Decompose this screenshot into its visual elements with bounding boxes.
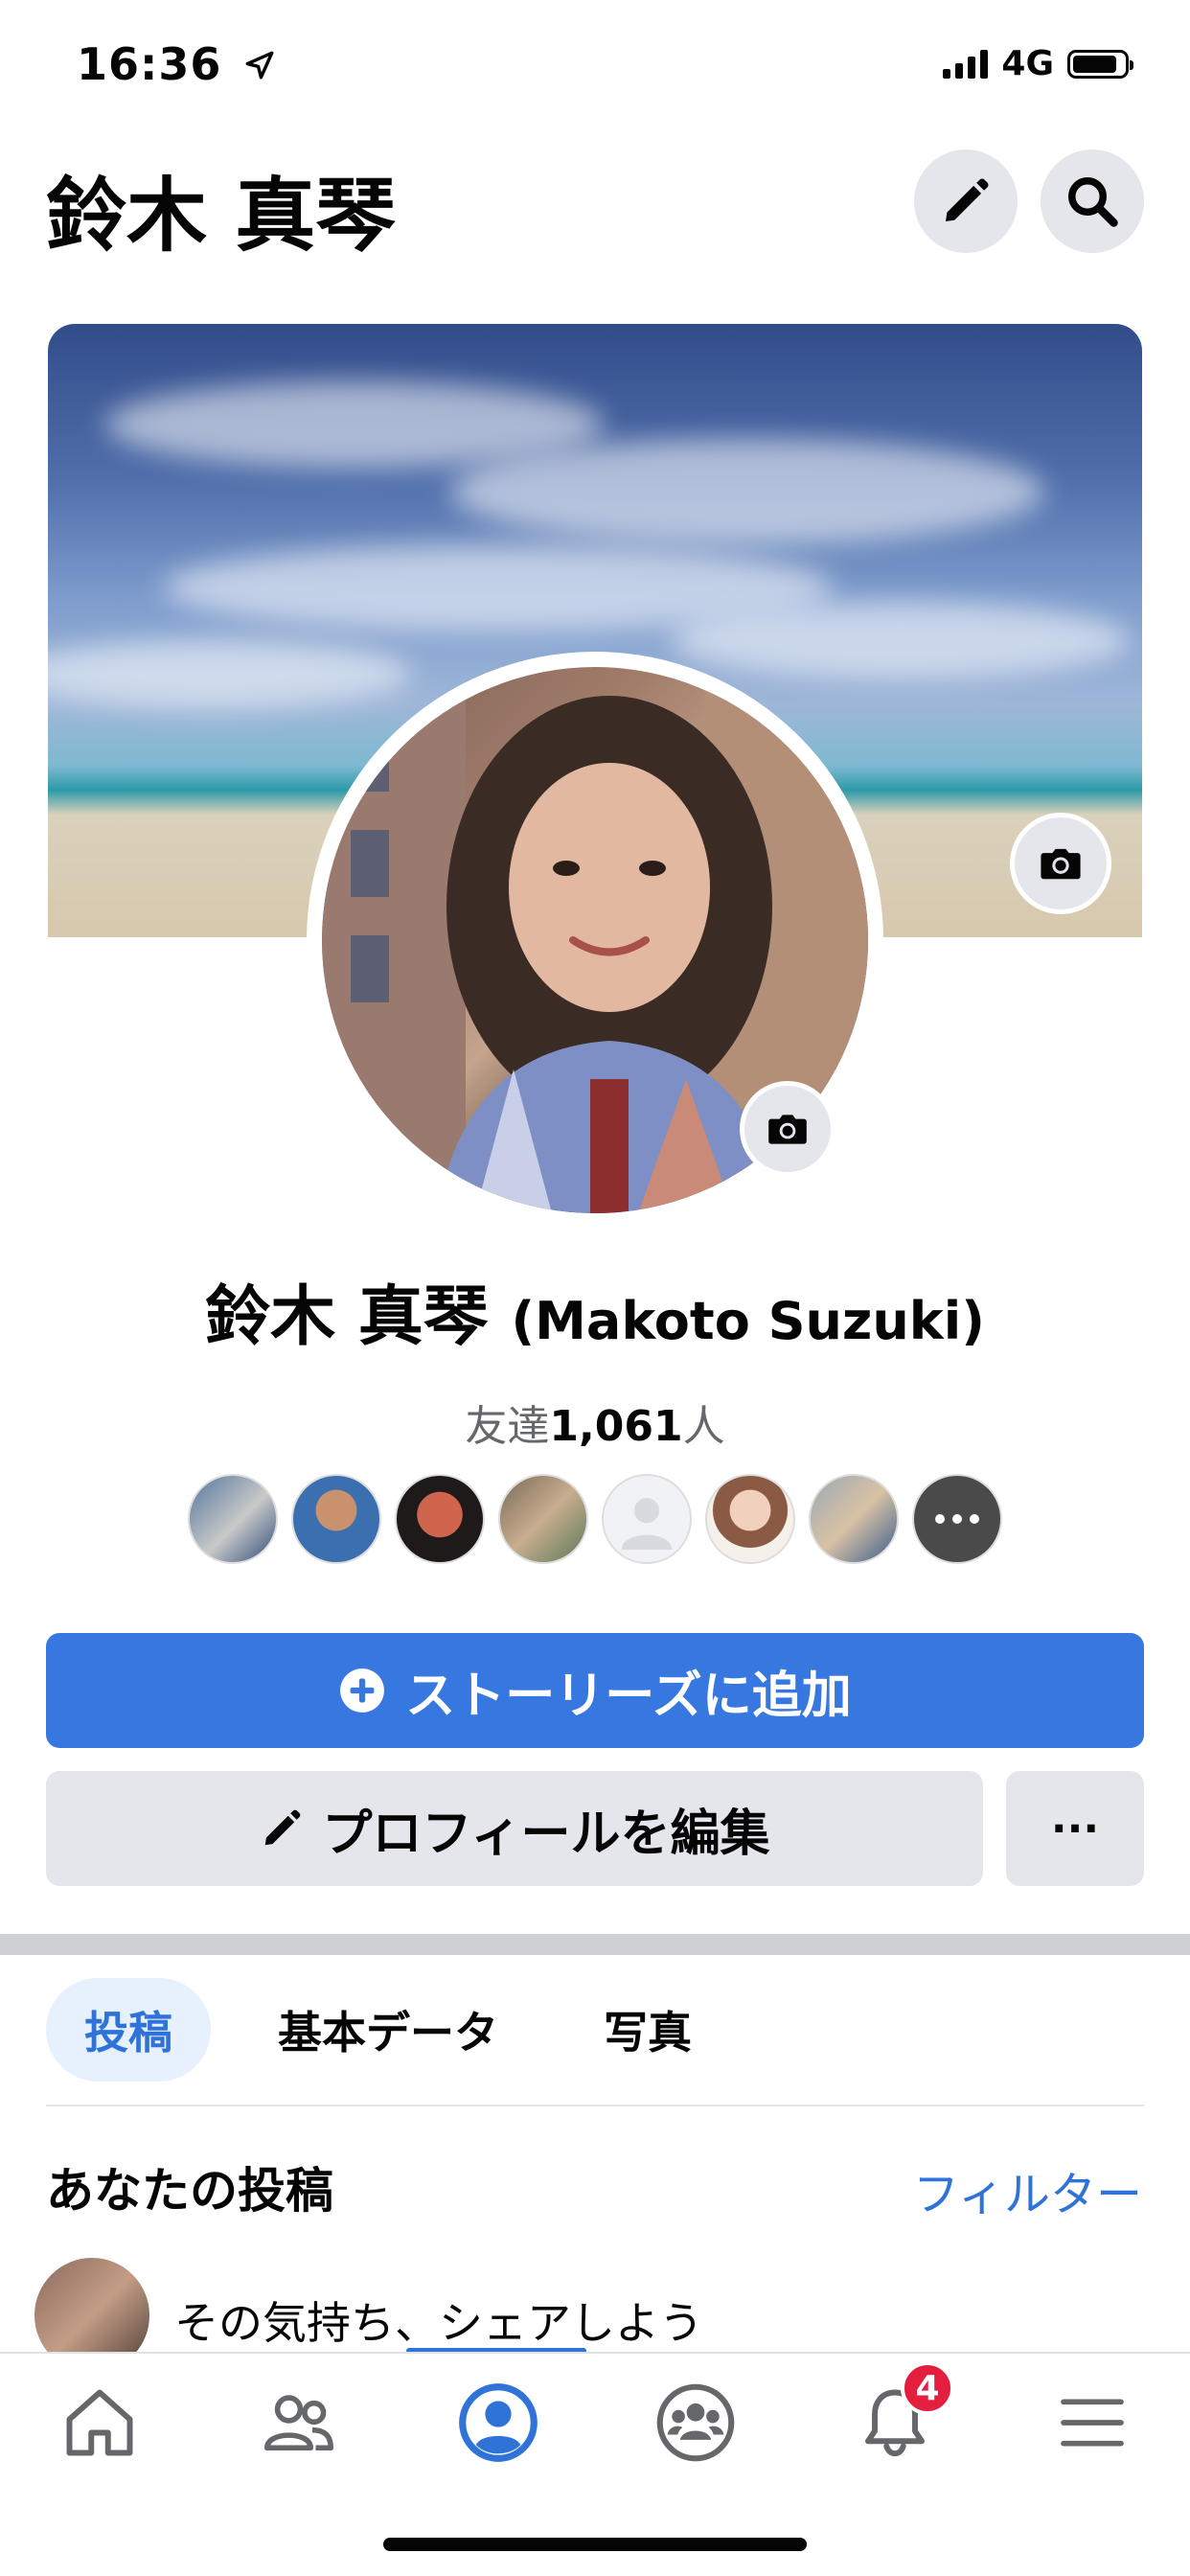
friend-avatar[interactable]	[395, 1474, 485, 1564]
battery-icon	[1067, 49, 1133, 79]
friend-avatars	[188, 1474, 1002, 1564]
profile-tabs: 投稿 基本データ 写真	[46, 1978, 730, 2082]
post-composer-input[interactable]: その気持ち、シェアしよう	[174, 2288, 703, 2352]
signal-icon	[943, 49, 989, 79]
friend-avatar-placeholder[interactable]	[602, 1474, 692, 1564]
search-button[interactable]	[1041, 150, 1144, 253]
search-icon	[1068, 177, 1118, 227]
nav-menu[interactable]	[1044, 2375, 1140, 2471]
status-indicators: 4G	[943, 44, 1133, 83]
location-arrow-icon	[246, 51, 274, 80]
friend-avatar[interactable]	[188, 1474, 278, 1564]
menu-icon	[1061, 2399, 1124, 2447]
plus-circle-icon	[340, 1668, 385, 1713]
more-options-button[interactable]: ···	[1006, 1771, 1144, 1886]
camera-icon	[768, 1115, 807, 1144]
friend-avatar[interactable]	[498, 1474, 588, 1564]
tabs-divider	[46, 2104, 1144, 2106]
tab-about[interactable]: 基本データ	[240, 1978, 537, 2082]
filter-link[interactable]: フィルター	[913, 2156, 1142, 2223]
profile-icon	[459, 2383, 538, 2462]
friends-icon	[263, 2395, 334, 2451]
friend-avatar-more[interactable]	[912, 1474, 1002, 1564]
posts-section-title: あなたの投稿	[46, 2163, 333, 2219]
section-divider	[0, 1934, 1190, 1955]
edit-profile-picture-button[interactable]	[740, 1081, 835, 1177]
friends-count[interactable]: 友達1,061人	[0, 1392, 1190, 1453]
more-dots-icon: ···	[1050, 1804, 1100, 1853]
profile-name: 鈴木 真琴 (Makoto Suzuki)	[0, 1263, 1190, 1358]
home-icon	[66, 2389, 133, 2456]
tab-photos[interactable]: 写真	[565, 1978, 730, 2082]
network-type: 4G	[1001, 44, 1054, 83]
edit-button[interactable]	[914, 150, 1018, 253]
add-to-story-button[interactable]: ストーリーズに追加	[46, 1633, 1144, 1748]
friend-avatar[interactable]	[705, 1474, 795, 1564]
pencil-icon	[946, 178, 989, 221]
profile-name-ja: 鈴木 真琴	[205, 1279, 489, 1355]
status-time: 16:36	[77, 38, 276, 90]
person-silhouette-icon	[621, 1498, 673, 1551]
nav-profile[interactable]	[450, 2375, 546, 2471]
nav-groups[interactable]	[648, 2375, 744, 2471]
profile-name-roman: (Makoto Suzuki)	[511, 1291, 985, 1351]
camera-icon	[1041, 848, 1081, 880]
groups-icon	[656, 2383, 735, 2462]
more-dots-icon	[935, 1514, 979, 1524]
edit-profile-button[interactable]: プロフィールを編集	[46, 1771, 983, 1886]
page-title: 鈴木 真琴	[46, 169, 397, 263]
home-indicator	[383, 2538, 807, 2551]
friend-avatar[interactable]	[291, 1474, 381, 1564]
friend-avatar[interactable]	[809, 1474, 899, 1564]
nav-friends[interactable]	[251, 2375, 347, 2471]
tab-posts[interactable]: 投稿	[46, 1978, 211, 2082]
nav-home[interactable]	[52, 2375, 148, 2471]
notification-badge: 4	[901, 2361, 954, 2415]
edit-cover-button[interactable]	[1010, 813, 1111, 914]
pencil-icon	[264, 1809, 300, 1846]
